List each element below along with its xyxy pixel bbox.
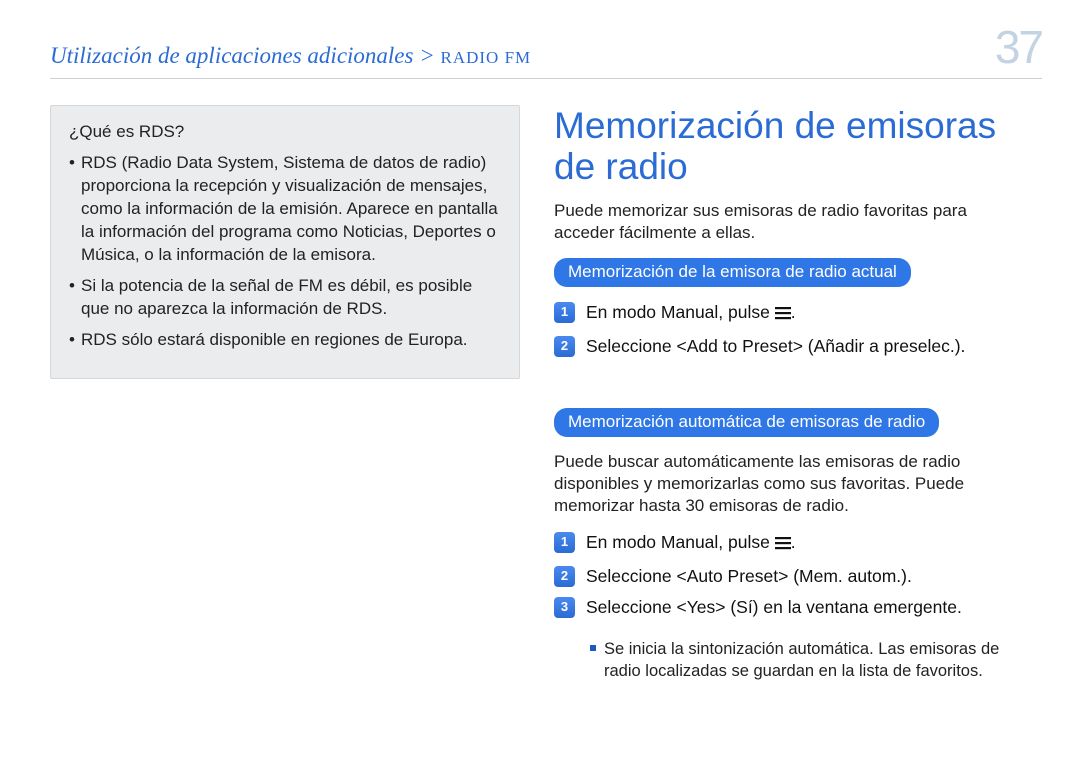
menu-icon [775, 303, 791, 326]
info-box-item: RDS (Radio Data System, Sistema de datos… [69, 152, 501, 267]
header-row: Utilización de aplicaciones adicionales … [50, 20, 1042, 79]
square-bullet-icon [590, 645, 596, 651]
step-number-badge: 2 [554, 336, 575, 357]
step-item: 2 Seleccione <Auto Preset> (Mem. autom.)… [554, 565, 1032, 588]
steps-section1: 1 En modo Manual, pulse . 2 Seleccione <… [554, 301, 1032, 358]
breadcrumb-sub: RADIO FM [441, 48, 532, 67]
breadcrumb: Utilización de aplicaciones adicionales … [50, 43, 531, 69]
spacer [554, 378, 1032, 408]
left-column: ¿Qué es RDS? RDS (Radio Data System, Sis… [50, 105, 520, 682]
info-box-list: RDS (Radio Data System, Sistema de datos… [69, 152, 501, 352]
step-number-badge: 1 [554, 532, 575, 553]
note-list: Se inicia la sintonización automática. L… [554, 639, 1032, 682]
page-number: 37 [995, 20, 1042, 74]
info-box-item: Si la potencia de la señal de FM es débi… [69, 275, 501, 321]
steps-section2: 1 En modo Manual, pulse . 2 Seleccione <… [554, 531, 1032, 619]
section2-desc: Puede buscar automáticamente las emisora… [554, 451, 1032, 517]
step-number-badge: 1 [554, 302, 575, 323]
step-number-badge: 2 [554, 566, 575, 587]
info-box-title: ¿Qué es RDS? [69, 122, 501, 142]
step-text: Seleccione <Auto Preset> (Mem. autom.). [586, 565, 912, 588]
note-item: Se inicia la sintonización automática. L… [554, 639, 1032, 682]
right-column: Memorización de emisoras de radio Puede … [554, 105, 1032, 682]
step-item: 2 Seleccione <Add to Preset> (Añadir a p… [554, 335, 1032, 358]
step-text: En modo Manual, pulse . [586, 531, 796, 556]
columns: ¿Qué es RDS? RDS (Radio Data System, Sis… [50, 105, 1042, 682]
step-number-badge: 3 [554, 597, 575, 618]
pill-current-station: Memorización de la emisora de radio actu… [554, 258, 911, 287]
info-box-item: RDS sólo estará disponible en regiones d… [69, 329, 501, 352]
step-text: Seleccione <Add to Preset> (Añadir a pre… [586, 335, 965, 358]
page-title: Memorización de emisoras de radio [554, 105, 1032, 188]
breadcrumb-main: Utilización de aplicaciones adicionales [50, 43, 413, 68]
intro-text: Puede memorizar sus emisoras de radio fa… [554, 200, 1032, 244]
step-item: 1 En modo Manual, pulse . [554, 301, 1032, 326]
step-item: 3 Seleccione <Yes> (Sí) en la ventana em… [554, 596, 1032, 619]
step-text: En modo Manual, pulse . [586, 301, 796, 326]
page: Utilización de aplicaciones adicionales … [0, 0, 1080, 762]
menu-icon [775, 533, 791, 556]
pill-auto-preset: Memorización automática de emisoras de r… [554, 408, 939, 437]
step-item: 1 En modo Manual, pulse . [554, 531, 1032, 556]
step-text: Seleccione <Yes> (Sí) en la ventana emer… [586, 596, 962, 619]
info-box-rds: ¿Qué es RDS? RDS (Radio Data System, Sis… [50, 105, 520, 379]
breadcrumb-sep: > [419, 43, 440, 68]
